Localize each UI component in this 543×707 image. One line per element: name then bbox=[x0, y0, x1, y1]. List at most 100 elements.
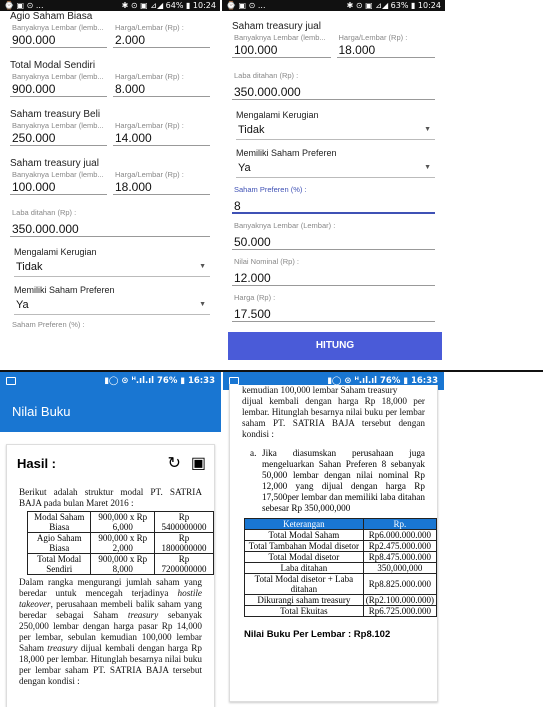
table-row: Modal Saham Biasa 900,000 x Rp 6,000 Rp 54… bbox=[26, 511, 214, 533]
field-label: Nilai Nominal (Rp) : bbox=[234, 257, 300, 266]
table-cell: (Rp2.100.000.000) bbox=[362, 594, 438, 606]
field-label: Banyaknya Lembar (lemb... bbox=[12, 72, 104, 81]
status-icons: ⌚ ▣ ⊙ ... bbox=[4, 1, 44, 10]
field-value: 350.000.000 bbox=[12, 222, 79, 236]
table-header: Keterangan bbox=[244, 518, 364, 530]
table-cell: Agio Saham Biasa bbox=[26, 532, 92, 554]
table-cell: 900,000 x Rp 6,000 bbox=[90, 511, 156, 533]
intro-text: Berikut adalah struktur modal PT. SATRIA… bbox=[19, 487, 202, 508]
field-value: 12.000 bbox=[234, 271, 271, 285]
section-title: Total Modal Sendiri bbox=[10, 60, 96, 71]
price-field[interactable]: Harga/Lembar (Rp) :8.000 bbox=[113, 71, 210, 97]
field-value: 8 bbox=[234, 199, 241, 213]
lembar-field[interactable]: Banyaknya Lembar (Lembar) : 50.000 bbox=[232, 220, 435, 250]
table-cell: Rp 1800000000 bbox=[154, 532, 214, 554]
hitung-button[interactable]: HITUNG bbox=[228, 332, 442, 360]
laba-ditahan-field[interactable]: Laba ditahan (Rp) : 350.000.000 bbox=[232, 70, 435, 100]
status-right: ✱ ⊙ ▣ ⊿◢ 64% ▮ 10:24 bbox=[121, 1, 216, 10]
image-icon[interactable]: ▣ bbox=[191, 453, 206, 473]
count-field[interactable]: Banyaknya Lembar (lemb... 250.000 bbox=[10, 120, 107, 146]
field-label: Harga/Lembar (Rp) : bbox=[115, 170, 184, 179]
item-text: Jika diasumskan perusahaan juga mengelua… bbox=[262, 448, 425, 513]
field-label: Laba ditahan (Rp) : bbox=[234, 71, 299, 80]
condition-item: a. Jika diasumskan perusahaan juga mengel… bbox=[230, 448, 437, 514]
table-row: Total Modal disetor + Laba ditahan Rp8.82… bbox=[244, 573, 438, 595]
table-cell: Rp2.475.000.000 bbox=[362, 540, 438, 552]
price-field[interactable]: Harga/Lembar (Rp) :18.000 bbox=[336, 32, 435, 58]
table-header: Rp. bbox=[362, 518, 438, 530]
select-value: Tidak bbox=[16, 260, 43, 273]
table-row: Total Modal Sendiri 900,000 x Rp 8,000 Rp … bbox=[26, 553, 214, 575]
laba-ditahan-field[interactable]: Laba ditahan (Rp) : 350.000.000 bbox=[10, 207, 210, 237]
nominal-field[interactable]: Nilai Nominal (Rp) : 12.000 bbox=[232, 256, 435, 286]
table-cell: Rp8.475.000.000 bbox=[362, 551, 438, 563]
preferen-select[interactable]: Ya ▼ bbox=[14, 295, 210, 315]
table-row: Dikurangi saham treasury (Rp2.100.000.000… bbox=[244, 594, 438, 606]
count-field[interactable]: Banyaknya Lembar (lemb... 900.000 bbox=[10, 22, 107, 48]
field-value: 900.000 bbox=[12, 82, 56, 96]
table-cell: Rp 7200000000 bbox=[154, 553, 214, 575]
field-label: Harga/Lembar (Rp) : bbox=[115, 23, 184, 32]
table-cell: Rp8.825.000.000 bbox=[362, 573, 438, 595]
status-right: ▮◯ ⊙ ᴴ.ıl.ıl 76% ▮ 16:33 bbox=[104, 376, 215, 386]
section-title: Saham treasury Beli bbox=[10, 109, 101, 120]
field-value: 350.000.000 bbox=[234, 85, 301, 99]
table-cell: Laba ditahan bbox=[244, 562, 364, 574]
saham-preferen-field[interactable]: Saham Preferen (%) : bbox=[10, 319, 210, 333]
preferen-label: Memiliki Saham Preferen bbox=[14, 285, 115, 295]
kerugian-select[interactable]: Tidak ▼ bbox=[14, 257, 210, 277]
kerugian-label: Mengalami Kerugian bbox=[14, 247, 97, 257]
table-cell: Rp6.000.000.000 bbox=[362, 529, 438, 541]
harga-field[interactable]: Harga (Rp) : 17.500 bbox=[232, 292, 435, 322]
preferen-select[interactable]: Ya ▼ bbox=[236, 158, 435, 178]
field-label: Harga/Lembar (Rp) : bbox=[115, 121, 184, 130]
table-cell: 900,000 x Rp 8,000 bbox=[90, 553, 156, 575]
select-value: Tidak bbox=[238, 123, 265, 136]
table-cell: Total Modal disetor + Laba ditahan bbox=[244, 573, 364, 595]
dropdown-arrow-icon: ▼ bbox=[424, 164, 431, 171]
select-value: Ya bbox=[16, 298, 29, 311]
problem-text: Dalam rangka mengurangi jumlah saham yan… bbox=[19, 577, 202, 686]
equity-table: Keterangan Rp. Total Modal Saham Rp6.000.00… bbox=[244, 518, 438, 617]
price-field[interactable]: Harga/Lembar (Rp) :14.000 bbox=[113, 120, 210, 146]
screen-form-2: ⌚ ▣ ⊙ ... ✱ ⊙ ▣ ⊿◢ 63% ▮ 10:24 Saham trea… bbox=[222, 0, 445, 370]
status-bar: ⌚ ▣ ⊙ ... ✱ ⊙ ▣ ⊿◢ 64% ▮ 10:24 bbox=[0, 0, 220, 11]
field-value: 2.000 bbox=[115, 33, 146, 47]
price-field[interactable]: Harga/Lembar (Rp) :18.000 bbox=[113, 169, 210, 195]
field-value: 14.000 bbox=[115, 131, 152, 145]
table-row: Total Modal Saham Rp6.000.000.000 bbox=[244, 529, 438, 541]
table-cell: Rp 5400000000 bbox=[154, 511, 214, 533]
table-row: Agio Saham Biasa 900,000 x Rp 2,000 Rp 180… bbox=[26, 532, 214, 554]
select-value: Ya bbox=[238, 161, 251, 174]
field-label: Saham Preferen (%) : bbox=[234, 185, 307, 194]
app-bar: Nilai Buku bbox=[0, 390, 221, 432]
table-row: Laba ditahan 350,000,000 bbox=[244, 562, 438, 574]
count-field[interactable]: Banyaknya Lembar (lemb... 100.000 bbox=[10, 169, 107, 195]
table-cell: Dikurangi saham treasury bbox=[244, 594, 364, 606]
table-cell: Rp6.725.000.000 bbox=[362, 605, 438, 617]
price-field[interactable]: Harga/Lembar (Rp) :2.000 bbox=[113, 22, 210, 48]
section-title: Agio Saham Biasa bbox=[10, 11, 93, 22]
count-field[interactable]: Banyaknya Lembar (lemb... 100.000 bbox=[232, 32, 331, 58]
saham-preferen-field[interactable]: Saham Preferen (%) : 8 bbox=[232, 184, 435, 214]
app-title: Nilai Buku bbox=[12, 403, 71, 419]
table-cell: Total Ekuitas bbox=[244, 605, 364, 617]
cut-text: kemudian 100,000 lembar Saham treasury bbox=[242, 385, 398, 395]
status-right: ✱ ⊙ ▣ ⊿◢ 63% ▮ 10:24 bbox=[346, 1, 441, 10]
table-row: Total Modal disetor Rp8.475.000.000 bbox=[244, 551, 438, 563]
refresh-icon[interactable]: ↻ bbox=[167, 453, 180, 473]
dropdown-arrow-icon: ▼ bbox=[199, 263, 206, 270]
field-label: Harga (Rp) : bbox=[234, 293, 276, 302]
table-cell: 900,000 x Rp 2,000 bbox=[90, 532, 156, 554]
problem-text: dijual kembali dengan harga Rp 18,000 pe… bbox=[242, 396, 425, 439]
field-value: 900.000 bbox=[12, 33, 56, 47]
section-title: Saham treasury jual bbox=[232, 21, 321, 32]
kerugian-select[interactable]: Tidak ▼ bbox=[236, 120, 435, 140]
field-label: Banyaknya Lembar (lemb... bbox=[12, 121, 104, 130]
field-label: Saham Preferen (%) : bbox=[12, 320, 85, 329]
field-value: 50.000 bbox=[234, 235, 271, 249]
dropdown-arrow-icon: ▼ bbox=[199, 301, 206, 308]
result-card: Hasil : ↻ ▣ Berikut adalah struktur modal… bbox=[6, 444, 215, 707]
result-card: kemudian 100,000 lembar Saham treasury d… bbox=[229, 385, 438, 702]
count-field[interactable]: Banyaknya Lembar (lemb... 900.000 bbox=[10, 71, 107, 97]
